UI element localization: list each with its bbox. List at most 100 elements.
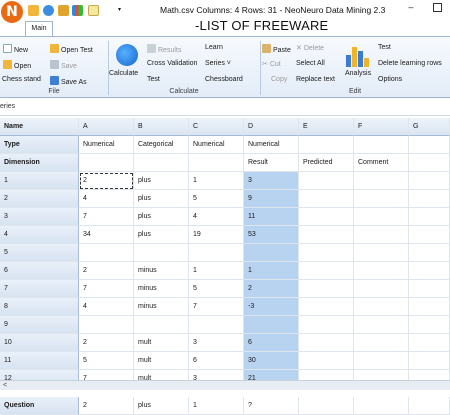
result-cell[interactable]: 30 (244, 352, 299, 370)
type-cell[interactable]: Categorical (134, 136, 189, 154)
formula-bar[interactable]: eries (0, 99, 450, 116)
gear-icon[interactable] (58, 5, 69, 16)
delete-button[interactable]: ✕ Delete (296, 44, 324, 52)
table-cell[interactable]: minus (134, 298, 189, 316)
dimension-cell[interactable] (189, 154, 244, 172)
table-cell[interactable] (299, 208, 354, 226)
copy-button[interactable]: Copy (271, 76, 287, 83)
column-header[interactable]: B (134, 118, 189, 136)
dimension-cell[interactable] (409, 154, 450, 172)
table-cell[interactable] (354, 298, 409, 316)
table-cell[interactable] (409, 262, 450, 280)
table-cell[interactable] (409, 334, 450, 352)
table-cell[interactable] (299, 262, 354, 280)
table-cell[interactable]: 4 (79, 298, 134, 316)
dimension-cell[interactable]: Comment (354, 154, 409, 172)
table-cell[interactable] (299, 352, 354, 370)
table-cell[interactable]: 3 (189, 334, 244, 352)
table-cell[interactable]: 7 (189, 298, 244, 316)
question-cell[interactable]: ? (244, 397, 299, 415)
table-cell[interactable]: 2 (79, 172, 134, 190)
table-cell[interactable]: 4 (189, 208, 244, 226)
paste-button[interactable]: Paste (262, 44, 291, 54)
table-cell[interactable] (409, 352, 450, 370)
table-cell[interactable]: 5 (189, 280, 244, 298)
scroll-left-icon[interactable]: < (0, 381, 10, 390)
edit-test-button[interactable]: Test (378, 44, 391, 51)
table-cell[interactable] (189, 244, 244, 262)
horizontal-scrollbar[interactable]: < (0, 380, 450, 390)
table-cell[interactable]: 5 (189, 190, 244, 208)
cut-button[interactable]: ✂ Cut (262, 60, 281, 68)
dimension-cell[interactable] (134, 154, 189, 172)
table-cell[interactable] (409, 316, 450, 334)
table-cell[interactable] (354, 316, 409, 334)
learn-button[interactable]: Learn (205, 44, 223, 51)
result-cell[interactable] (244, 316, 299, 334)
delete-learning-rows-button[interactable]: Delete learning rows (378, 60, 442, 67)
result-cell[interactable]: 3 (244, 172, 299, 190)
options-button[interactable]: Options (378, 76, 402, 83)
dimension-cell[interactable] (79, 154, 134, 172)
column-header[interactable]: D (244, 118, 299, 136)
column-header[interactable]: C (189, 118, 244, 136)
table-cell[interactable]: plus (134, 190, 189, 208)
question-cell[interactable]: 2 (79, 397, 134, 415)
table-cell[interactable] (354, 190, 409, 208)
table-cell[interactable] (79, 244, 134, 262)
table-cell[interactable]: 7 (79, 208, 134, 226)
chart-icon[interactable] (72, 5, 83, 16)
table-cell[interactable]: plus (134, 208, 189, 226)
table-cell[interactable]: 7 (79, 280, 134, 298)
table-cell[interactable]: 1 (189, 172, 244, 190)
table-cell[interactable]: minus (134, 280, 189, 298)
table-cell[interactable] (354, 334, 409, 352)
app-logo-icon[interactable]: N (1, 1, 23, 23)
table-cell[interactable]: 1 (189, 262, 244, 280)
result-cell[interactable]: 2 (244, 280, 299, 298)
chess-stand-button[interactable]: Chess stand (2, 76, 41, 83)
table-cell[interactable]: mult (134, 352, 189, 370)
table-cell[interactable] (134, 244, 189, 262)
table-cell[interactable]: 5 (79, 352, 134, 370)
question-cell[interactable]: plus (134, 397, 189, 415)
dimension-cell[interactable]: Result (244, 154, 299, 172)
table-cell[interactable] (134, 316, 189, 334)
table-cell[interactable]: 19 (189, 226, 244, 244)
type-cell[interactable]: Numerical (189, 136, 244, 154)
question-cell[interactable] (409, 397, 450, 415)
type-cell[interactable] (354, 136, 409, 154)
table-cell[interactable]: 4 (79, 190, 134, 208)
table-cell[interactable]: 2 (79, 262, 134, 280)
table-cell[interactable] (299, 316, 354, 334)
table-cell[interactable] (409, 208, 450, 226)
result-cell[interactable]: 11 (244, 208, 299, 226)
table-cell[interactable] (409, 298, 450, 316)
dimension-cell[interactable]: Predicted (299, 154, 354, 172)
table-cell[interactable] (299, 280, 354, 298)
save-as-button[interactable]: Save As (50, 76, 87, 86)
calculate-button[interactable]: Calculate (109, 70, 138, 77)
column-header[interactable]: G (409, 118, 450, 136)
type-cell[interactable]: Numerical (79, 136, 134, 154)
cross-validation-button[interactable]: Cross Validation (147, 60, 197, 67)
tab-main[interactable]: Main (25, 21, 53, 36)
series-dropdown[interactable]: Series ˅ (205, 60, 231, 67)
table-cell[interactable] (354, 352, 409, 370)
result-cell[interactable]: 1 (244, 262, 299, 280)
table-cell[interactable] (189, 316, 244, 334)
result-cell[interactable]: 6 (244, 334, 299, 352)
question-cell[interactable]: 1 (189, 397, 244, 415)
type-cell[interactable] (409, 136, 450, 154)
table-cell[interactable] (299, 172, 354, 190)
table-cell[interactable] (354, 262, 409, 280)
table-cell[interactable] (354, 244, 409, 262)
notes-icon[interactable] (88, 5, 99, 16)
table-cell[interactable] (299, 190, 354, 208)
table-cell[interactable] (299, 226, 354, 244)
table-cell[interactable] (354, 280, 409, 298)
chessboard-button[interactable]: Chessboard (205, 76, 243, 83)
table-cell[interactable] (79, 316, 134, 334)
table-cell[interactable]: 2 (79, 334, 134, 352)
table-cell[interactable]: plus (134, 226, 189, 244)
